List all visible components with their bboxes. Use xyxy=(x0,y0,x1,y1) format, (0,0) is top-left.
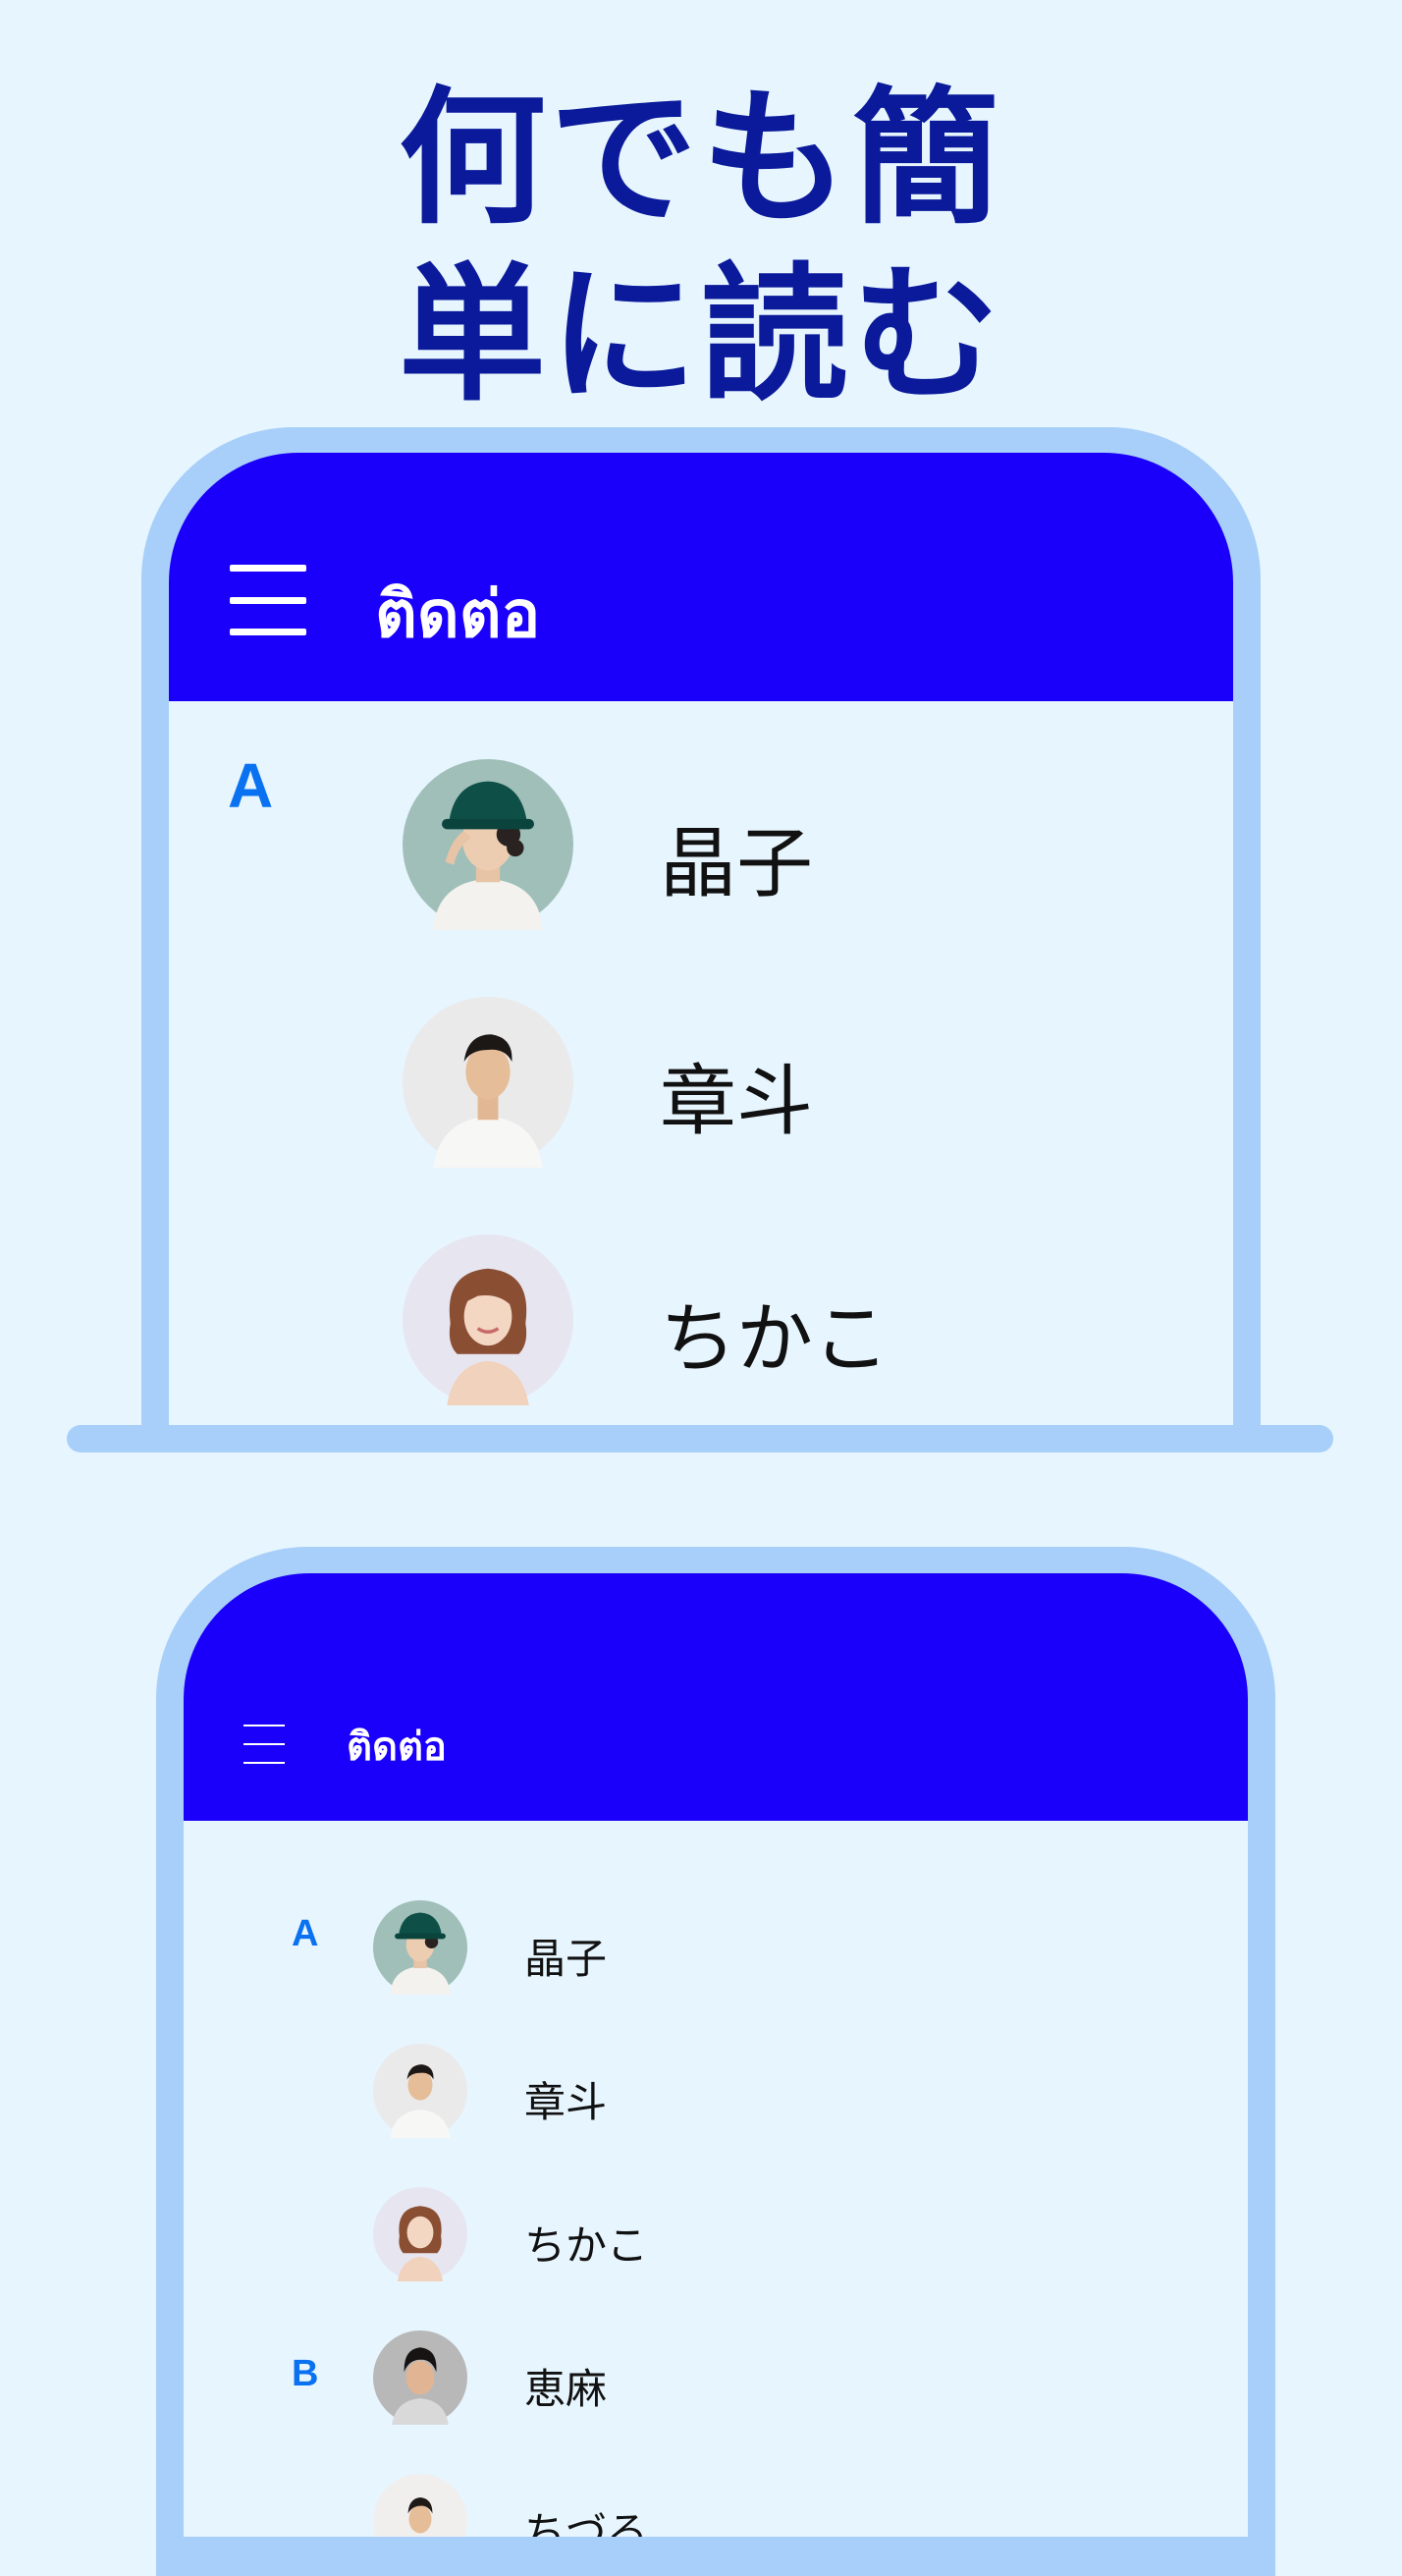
contact-name: 晶子 xyxy=(660,820,814,908)
contact-row[interactable]: 章斗 xyxy=(403,997,1188,1168)
app-header: ติดต่อ xyxy=(169,453,1233,701)
hamburger-menu-icon[interactable] xyxy=(243,1725,285,1764)
avatar xyxy=(373,2474,467,2537)
header-title: ติดต่อ xyxy=(347,1726,447,1769)
divider-base xyxy=(67,1425,1333,1452)
section-letter: B xyxy=(292,2353,319,2394)
contact-row[interactable]: 恵麻 xyxy=(373,2330,1060,2425)
avatar xyxy=(373,2044,467,2138)
contact-row[interactable]: 章斗 xyxy=(373,2044,1060,2138)
avatar xyxy=(403,759,573,930)
phone-screen: ติดต่อ A B 晶子 章斗 ちかこ 恵麻 ちづる xyxy=(184,1573,1248,2537)
contact-row[interactable]: ちかこ xyxy=(403,1234,1188,1405)
contact-row[interactable]: ちかこ xyxy=(373,2187,1060,2281)
contact-name: ちかこ xyxy=(660,1295,890,1384)
contact-name: ちづる xyxy=(524,2508,649,2537)
contact-row[interactable]: 晶子 xyxy=(373,1900,1060,1995)
contact-name: 章斗 xyxy=(524,2078,608,2126)
app-header: ติดต่อ xyxy=(184,1573,1248,1821)
hamburger-menu-icon[interactable] xyxy=(230,565,306,635)
headline-line-2: 単に読む xyxy=(398,250,1003,421)
contact-row[interactable]: 晶子 xyxy=(403,759,1188,930)
contact-name: 恵麻 xyxy=(524,2365,608,2413)
headline: 何でも簡 単に読む xyxy=(0,71,1402,424)
contact-name: 章斗 xyxy=(660,1058,814,1146)
contact-name: 晶子 xyxy=(524,1935,608,1983)
avatar xyxy=(403,1234,573,1405)
contact-name: ちかこ xyxy=(524,2221,649,2270)
avatar xyxy=(373,1900,467,1995)
section-letter: A xyxy=(292,1913,319,1954)
phone-screen-zoomed: ติดต่อ A 晶子 章斗 ちかこ xyxy=(169,453,1233,1429)
avatar xyxy=(403,997,573,1168)
avatar xyxy=(373,2187,467,2281)
section-letter: A xyxy=(228,750,274,821)
contact-row[interactable]: ちづる xyxy=(373,2474,1060,2537)
headline-line-1: 何でも簡 xyxy=(398,74,1003,245)
avatar xyxy=(373,2330,467,2425)
header-title: ติดต่อ xyxy=(375,577,541,650)
